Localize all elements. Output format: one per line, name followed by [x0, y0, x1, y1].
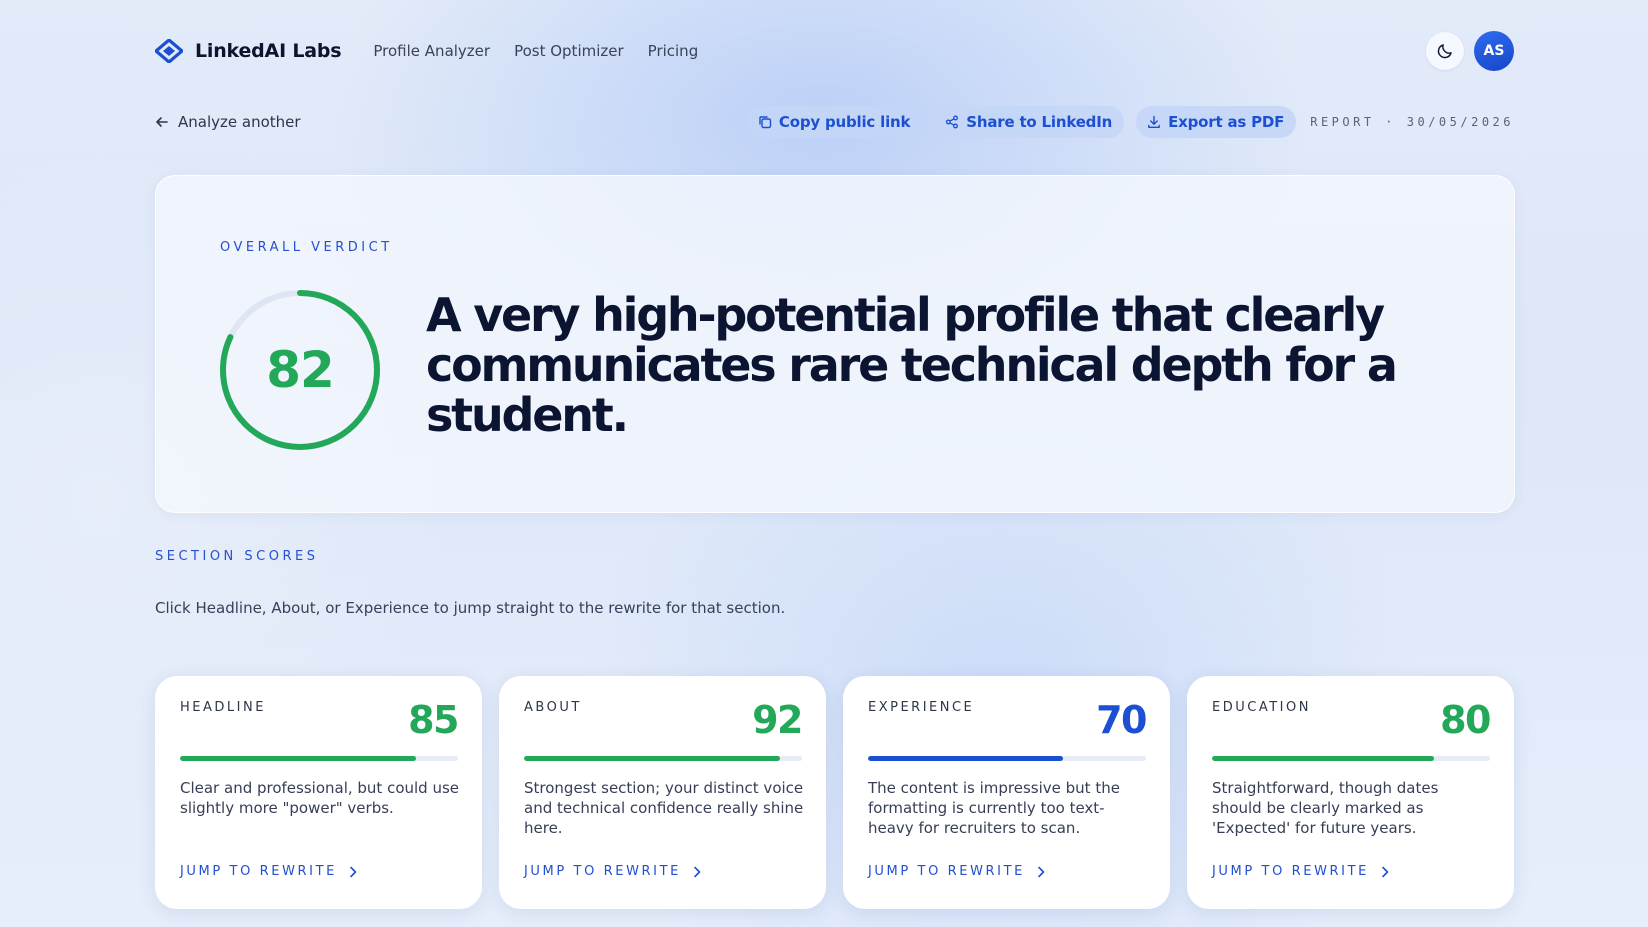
- jump-to-rewrite-label: JUMP TO REWRITE: [1212, 864, 1369, 879]
- download-icon: [1148, 115, 1160, 128]
- top-nav: LinkedAI Labs Profile Analyzer Post Opti…: [155, 30, 1514, 72]
- overall-score: 82: [266, 341, 335, 399]
- avatar[interactable]: AS: [1474, 31, 1514, 71]
- chevron-right-icon: [1382, 866, 1389, 877]
- section-scores-eyebrow: SECTION SCORES: [155, 549, 319, 564]
- copy-icon: [759, 116, 772, 129]
- moon-icon: [1437, 44, 1452, 59]
- score-card-education: EDUCATION 80 Straightforward, though dat…: [1187, 676, 1514, 909]
- share-to-linkedin-button[interactable]: Share to LinkedIn: [934, 106, 1125, 138]
- chevron-right-icon: [694, 866, 701, 877]
- theme-toggle-button[interactable]: [1426, 32, 1464, 70]
- export-pdf-label: Export as PDF: [1168, 113, 1285, 131]
- share-to-linkedin-label: Share to LinkedIn: [966, 113, 1113, 131]
- card-progress-fill: [868, 756, 1063, 761]
- copy-public-link-label: Copy public link: [778, 113, 911, 131]
- jump-to-rewrite-label: JUMP TO REWRITE: [524, 864, 681, 879]
- nav-link-profile-analyzer[interactable]: Profile Analyzer: [373, 42, 490, 60]
- chevron-right-icon: [1038, 866, 1045, 877]
- export-pdf-button[interactable]: Export as PDF: [1136, 106, 1297, 138]
- card-progress-fill: [1212, 756, 1435, 761]
- overall-verdict-eyebrow: OVERALL VERDICT: [220, 240, 393, 255]
- card-progress-bar: [868, 756, 1146, 761]
- arrow-left-icon: [156, 117, 168, 127]
- score-card-headline: HEADLINE 85 Clear and professional, but …: [155, 676, 482, 909]
- jump-to-rewrite-link[interactable]: JUMP TO REWRITE: [868, 864, 1045, 879]
- section-scores-description: Click Headline, About, or Experience to …: [155, 599, 786, 617]
- card-score: 85: [408, 698, 459, 742]
- card-progress-fill: [524, 756, 780, 761]
- card-description: The content is impressive but the format…: [868, 779, 1120, 837]
- card-label: EXPERIENCE: [868, 700, 975, 715]
- jump-to-rewrite-link[interactable]: JUMP TO REWRITE: [524, 864, 701, 879]
- score-card-about: ABOUT 92 Strongest section; your distinc…: [499, 676, 826, 909]
- analyze-another-label: Analyze another: [178, 113, 301, 131]
- overall-verdict-card: OVERALL VERDICT 82 A very high-potential…: [155, 175, 1515, 513]
- brand[interactable]: LinkedAI Labs: [155, 39, 342, 63]
- action-row: Analyze another Copy public link Share t…: [155, 106, 1514, 138]
- brand-name: LinkedAI Labs: [195, 40, 342, 62]
- card-progress-fill: [180, 756, 417, 761]
- nav-links: Profile Analyzer Post Optimizer Pricing: [373, 42, 698, 60]
- overall-score-ring: 82: [218, 288, 382, 452]
- card-progress-bar: [1212, 756, 1490, 761]
- card-description: Clear and professional, but could use sl…: [180, 779, 460, 817]
- jump-to-rewrite-label: JUMP TO REWRITE: [868, 864, 1025, 879]
- card-score: 80: [1440, 698, 1491, 742]
- chevron-right-icon: [350, 866, 357, 877]
- nav-link-pricing[interactable]: Pricing: [648, 42, 699, 60]
- card-score: 92: [752, 698, 803, 742]
- nav-link-post-optimizer[interactable]: Post Optimizer: [514, 42, 624, 60]
- report-actions: Copy public link Share to LinkedIn Expor…: [746, 106, 1514, 138]
- card-label: ABOUT: [524, 700, 582, 715]
- report-date: REPORT · 30/05/2026: [1310, 115, 1514, 129]
- jump-to-rewrite-link[interactable]: JUMP TO REWRITE: [180, 864, 357, 879]
- card-progress-bar: [180, 756, 458, 761]
- score-card-experience: EXPERIENCE 70 The content is impressive …: [843, 676, 1170, 909]
- jump-to-rewrite-link[interactable]: JUMP TO REWRITE: [1212, 864, 1389, 879]
- jump-to-rewrite-label: JUMP TO REWRITE: [180, 864, 337, 879]
- card-description: Straightforward, though dates should be …: [1212, 779, 1439, 837]
- section-score-cards: HEADLINE 85 Clear and professional, but …: [155, 676, 1514, 909]
- share-icon: [946, 115, 959, 129]
- card-score: 70: [1096, 698, 1147, 742]
- card-label: HEADLINE: [180, 700, 266, 715]
- nav-right: AS: [1426, 31, 1514, 71]
- verdict-headline: A very high-potential profile that clear…: [426, 288, 1398, 442]
- card-description: Strongest section; your distinct voice a…: [524, 779, 804, 837]
- card-label: EDUCATION: [1212, 700, 1311, 715]
- diamond-logo-icon: [155, 39, 183, 63]
- analyze-another-link[interactable]: Analyze another: [155, 113, 301, 131]
- card-progress-bar: [524, 756, 802, 761]
- copy-public-link-button[interactable]: Copy public link: [746, 106, 923, 138]
